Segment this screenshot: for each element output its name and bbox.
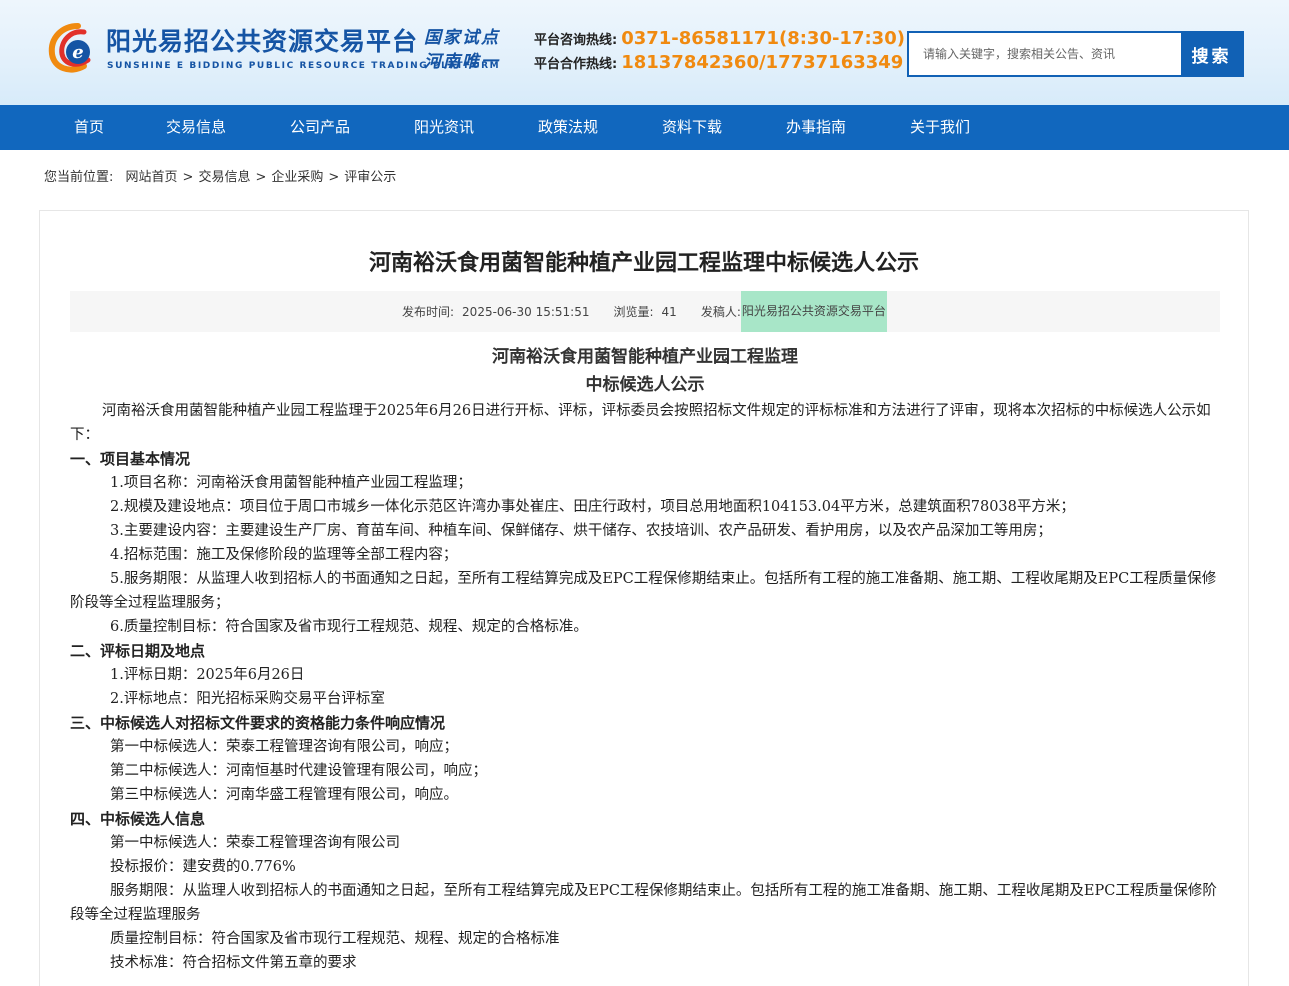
section-heading-4: 四、中标候选人信息 <box>70 810 206 828</box>
list-item: 投标报价：建安费的0.776% <box>110 859 296 875</box>
nav-item-guide[interactable]: 办事指南 <box>786 105 846 150</box>
doc-heading-line1: 河南裕沃食用菌智能种植产业园工程监理 <box>492 347 798 367</box>
list-item: 第三中标候选人：河南华盛工程管理有限公司，响应。 <box>110 787 458 803</box>
list-item: 4.招标范围：施工及保修阶段的监理等全部工程内容； <box>110 547 458 563</box>
doc-heading-line2: 中标候选人公示 <box>585 375 705 395</box>
nav-item-downloads[interactable]: 资料下载 <box>662 105 722 150</box>
main-nav: 首页 交易信息 公司产品 阳光资讯 政策法规 资料下载 办事指南 关于我们 <box>0 105 1289 150</box>
views-label: 浏览量: <box>613 305 654 319</box>
search-button[interactable]: 搜索 <box>1181 33 1242 75</box>
publish-date: 2025-06-30 15:51:51 <box>462 304 590 319</box>
slogan-line2: 河南唯一 <box>424 52 500 72</box>
article-panel: 河南裕沃食用菌智能种植产业园工程监理中标候选人公示 发布时间: 2025-06-… <box>39 210 1249 986</box>
svg-text:e: e <box>72 42 83 63</box>
publisher-name: 阳光易招公共资源交易平台 <box>740 291 887 332</box>
breadcrumb-trade-info[interactable]: 交易信息 <box>198 170 250 185</box>
breadcrumb-home[interactable]: 网站首页 <box>126 170 178 185</box>
nav-item-trade-info[interactable]: 交易信息 <box>166 105 226 150</box>
consult-hotline: 平台咨询热线: 0371-86581171(8:30-17:30) <box>534 28 905 49</box>
section-heading-3: 三、中标候选人对招标文件要求的资格能力条件响应情况 <box>70 714 446 732</box>
slogan: 国家试点 河南唯一 <box>424 26 500 74</box>
breadcrumb-separator: > <box>182 170 194 185</box>
article-meta: 发布时间: 2025-06-30 15:51:51 浏览量: 41 发稿人: 阳… <box>70 291 1220 332</box>
logo-e-icon: e <box>48 23 91 73</box>
breadcrumb-prefix: 您当前位置: <box>44 170 114 185</box>
site-header: e 阳光易招公共资源交易平台 SUNSHINE E BIDDING PUBLIC… <box>0 0 1289 105</box>
list-item: 1.评标日期：2025年6月26日 <box>110 667 305 683</box>
nav-item-products[interactable]: 公司产品 <box>290 105 350 150</box>
breadcrumb-separator: > <box>255 170 267 185</box>
list-item: 3.主要建设内容：主要建设生产厂房、育苗车间、种植车间、保鲜储存、烘干储存、农技… <box>110 523 1052 539</box>
cooperation-hotline: 平台合作热线: 18137842360/17737163349 <box>534 52 903 73</box>
logo-title[interactable]: 阳光易招公共资源交易平台 <box>106 22 418 58</box>
publisher-label: 发稿人: <box>700 305 741 319</box>
breadcrumb-separator: > <box>328 170 340 185</box>
slogan-line1: 国家试点 <box>424 28 500 48</box>
list-item: 质量控制目标：符合国家及省市现行工程规范、规程、规定的合格标准 <box>110 931 560 947</box>
section-heading-1: 一、项目基本情况 <box>70 450 191 468</box>
list-item: 1.项目名称：河南裕沃食用菌智能种植产业园工程监理； <box>110 475 472 491</box>
nav-item-home[interactable]: 首页 <box>74 105 104 150</box>
list-item: 第一中标候选人：荣泰工程管理咨询有限公司，响应； <box>110 739 458 755</box>
consult-hotline-label: 平台咨询热线: <box>534 33 618 48</box>
list-item: 第一中标候选人：荣泰工程管理咨询有限公司 <box>110 835 400 851</box>
article-title: 河南裕沃食用菌智能种植产业园工程监理中标候选人公示 <box>368 251 919 276</box>
breadcrumb: 您当前位置: 网站首页 > 交易信息 > 企业采购 > 评审公示 <box>44 166 396 185</box>
nav-item-news[interactable]: 阳光资讯 <box>414 105 474 150</box>
views-count: 41 <box>661 304 677 319</box>
list-item: 5.服务期限：从监理人收到招标人的书面通知之日起，至所有工程结算完成及EPC工程… <box>70 571 1217 611</box>
nav-item-about[interactable]: 关于我们 <box>910 105 970 150</box>
list-item: 2.评标地点：阳光招标采购交易平台评标室 <box>110 691 385 707</box>
breadcrumb-procurement[interactable]: 企业采购 <box>271 170 323 185</box>
list-item: 技术标准：符合招标文件第五章的要求 <box>110 955 357 971</box>
list-item: 第二中标候选人：河南恒基时代建设管理有限公司，响应； <box>110 763 487 779</box>
list-item: 服务期限：从监理人收到招标人的书面通知之日起，至所有工程结算完成及EPC工程保修… <box>70 883 1217 923</box>
list-item: 6.质量控制目标：符合国家及省市现行工程规范、规程、规定的合格标准。 <box>110 619 588 635</box>
publish-date-label: 发布时间: <box>402 305 455 319</box>
search-input[interactable] <box>909 33 1181 75</box>
list-item: 2.规模及建设地点：项目位于周口市城乡一体化示范区许湾办事处崔庄、田庄行政村，项… <box>110 499 1075 515</box>
article-body: 河南裕沃食用菌智能种植产业园工程监理 中标候选人公示 河南裕沃食用菌智能种植产业… <box>70 343 1220 975</box>
cooperation-hotline-number: 18137842360/17737163349 <box>621 52 904 73</box>
nav-item-policies[interactable]: 政策法规 <box>538 105 598 150</box>
consult-hotline-number: 0371-86581171(8:30-17:30) <box>621 28 905 49</box>
cooperation-hotline-label: 平台合作热线: <box>534 57 618 72</box>
intro-paragraph: 河南裕沃食用菌智能种植产业园工程监理于2025年6月26日进行开标、评标，评标委… <box>70 403 1211 443</box>
section-heading-2: 二、评标日期及地点 <box>70 642 206 660</box>
search-box: 搜索 <box>907 31 1244 77</box>
breadcrumb-current[interactable]: 评审公示 <box>344 170 396 185</box>
